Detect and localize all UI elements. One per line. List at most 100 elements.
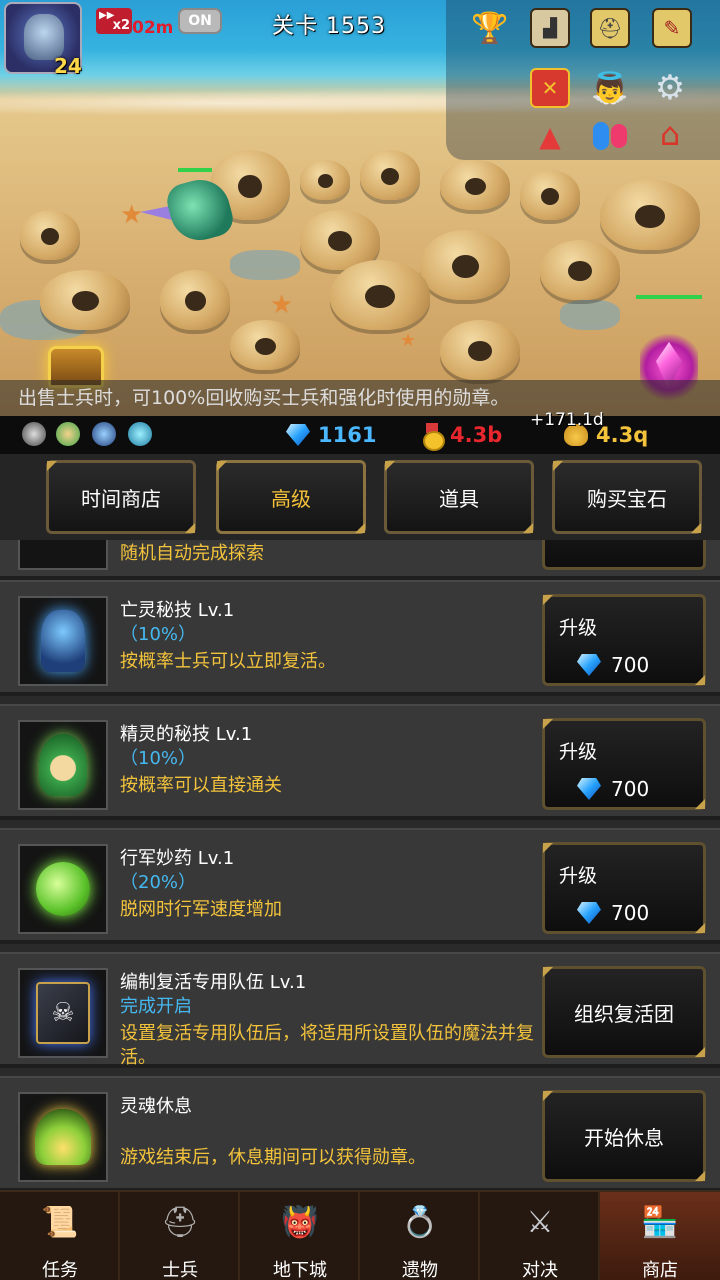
hero-portrait[interactable]: 24: [4, 2, 82, 78]
tab-label: 购买宝石: [587, 486, 667, 511]
item-name: 行军妙药 Lv.1: [120, 848, 235, 869]
sand-rock: [420, 230, 510, 300]
quest-book-icon[interactable]: ✎: [650, 6, 694, 50]
tab-premium[interactable]: 高级: [216, 460, 366, 534]
shop-item-list[interactable]: 随机自动完成探索 亡灵秘技 Lv.1 （10%） 按概率士兵可以立即复活。 升级…: [0, 540, 720, 1190]
speed-boost-timer: 02m: [132, 18, 174, 38]
scroll-icon: 📜: [41, 1204, 79, 1240]
elf-hood-icon: [18, 720, 108, 810]
upgrade-button[interactable]: 升级 700: [542, 594, 706, 686]
monster-icon: 👹: [281, 1204, 319, 1240]
shop-stall-icon: 🏪: [641, 1204, 679, 1240]
sand-rock: [600, 180, 700, 250]
helmet-book-icon[interactable]: ⛑: [588, 6, 632, 50]
starfish-icon: ★: [400, 330, 417, 351]
resource-bar: 1161 4.3b 4.3q: [0, 416, 720, 454]
cost-amount: 700: [611, 653, 650, 677]
speed-boost-icon[interactable]: ▶▶ x2: [96, 8, 132, 34]
organize-revival-team-button[interactable]: 组织复活团: [542, 966, 706, 1058]
item-desc: 按概率士兵可以立即复活。: [120, 651, 336, 672]
shop-item-march-potion: 行军妙药 Lv.1 （20%） 脱网时行军速度增加 升级 700: [0, 828, 720, 944]
shop-house-icon[interactable]: ⌂: [648, 112, 692, 156]
gem-icon: [577, 654, 601, 676]
tab-items[interactable]: 道具: [384, 460, 534, 534]
item-desc: 设置复活专用队伍后，将适用所设置队伍的魔法并复活。: [120, 1023, 534, 1068]
tab-time-shop[interactable]: 时间商店: [46, 460, 196, 534]
cost-amount: 700: [611, 901, 650, 925]
potion-flask-icon: [18, 844, 108, 934]
trophy-icon[interactable]: 🏆: [468, 6, 512, 50]
angel-icon[interactable]: 👼: [588, 66, 632, 110]
tab-label: 时间商店: [81, 486, 161, 511]
enemy-hp-bar: [636, 295, 702, 299]
item-status: 完成开启: [120, 996, 192, 1017]
tip-banner: 出售士兵时，可100%回收购买士兵和强化时使用的勋章。: [0, 380, 720, 416]
gem-counter: 1161: [286, 420, 376, 450]
item-rate: （10%）: [120, 748, 197, 769]
item-desc: 游戏结束后，休息期间可以获得勋章。: [120, 1147, 426, 1168]
upgrade-label: 升级: [559, 865, 598, 887]
gem-icon: [286, 424, 310, 446]
nav-dungeon[interactable]: 👹 地下城: [240, 1192, 360, 1280]
slime-unit-icon: [128, 422, 152, 446]
tab-label: 道具: [439, 486, 479, 511]
upgrade-button[interactable]: 升级 700: [542, 842, 706, 934]
sand-rock: [540, 240, 620, 300]
item-desc: 脱网时行军速度增加: [120, 899, 282, 920]
gem-icon: [577, 902, 601, 924]
upgrade-cost: 700: [577, 901, 649, 925]
item-name: 编制复活专用队伍 Lv.1: [120, 972, 307, 993]
upgrade-label: 升级: [559, 617, 598, 639]
auto-toggle[interactable]: ON: [178, 8, 222, 34]
item-desc: 随机自动完成探索: [120, 543, 264, 564]
cost-amount: 700: [611, 777, 650, 801]
partial-upgrade-button[interactable]: [542, 540, 706, 570]
tide-pool: [560, 300, 620, 330]
tab-buy-gems[interactable]: 购买宝石: [552, 460, 702, 534]
speed-multiplier: x2: [112, 18, 130, 33]
undead-knight-unit-icon: [92, 422, 116, 446]
gem-icon: [577, 778, 601, 800]
hero-level: 24: [54, 54, 82, 78]
undead-helmet-icon: [18, 596, 108, 686]
shop-item-elf-secret: 精灵的秘技 Lv.1 （10%） 按概率可以直接通关 升级 700: [0, 704, 720, 820]
gear-icon[interactable]: ⚙: [648, 66, 692, 110]
shop-item-soul-rest: 灵魂休息 游戏结束后，休息期间可以获得勋章。 开始休息: [0, 1076, 720, 1190]
knight-helmet-icon: ⛑: [160, 1204, 200, 1240]
nav-duel[interactable]: ⚔ 对决: [480, 1192, 600, 1280]
upgrade-button[interactable]: 升级 700: [542, 718, 706, 810]
button-label: 开始休息: [584, 1125, 664, 1150]
souls-gain-text: +171.1d: [530, 410, 604, 430]
start-rest-button[interactable]: 开始休息: [542, 1090, 706, 1182]
medal-icon: [422, 423, 445, 451]
battlefield-view: ★ ★ ★ 24 ▶▶ x2 02m ON 关卡 1553 🏆 ▟ ⛑ ✎ ✕ 👼…: [0, 0, 720, 416]
medal-amount: 4.3b: [450, 423, 503, 447]
ranking-podium-icon[interactable]: ▟: [528, 6, 572, 50]
nav-relics[interactable]: 💍 遗物: [360, 1192, 480, 1280]
sand-rock: [20, 210, 80, 260]
nav-label: 对决: [522, 1260, 558, 1280]
party-members-icon[interactable]: [588, 114, 632, 158]
tab-label: 高级: [271, 486, 311, 511]
nav-soldiers[interactable]: ⛑ 士兵: [120, 1192, 240, 1280]
nav-label: 士兵: [162, 1260, 198, 1280]
button-label: 组织复活团: [574, 1001, 674, 1026]
upgrade-cost: 700: [577, 653, 649, 677]
item-desc: 按概率可以直接通关: [120, 775, 282, 796]
item-rate: （20%）: [120, 872, 197, 893]
shop-item-undead-secret: 亡灵秘技 Lv.1 （10%） 按概率士兵可以立即复活。 升级 700: [0, 580, 720, 696]
item-name: 灵魂休息: [120, 1096, 192, 1117]
skull-book-icon: ☠: [18, 968, 108, 1058]
bottom-nav: 📜 任务 ⛑ 士兵 👹 地下城 💍 遗物 ⚔ 对决 🏪 商店: [0, 1190, 720, 1280]
nav-label: 遗物: [402, 1260, 438, 1280]
nav-shop[interactable]: 🏪 商店: [600, 1192, 720, 1280]
item-name: 精灵的秘技 Lv.1: [120, 724, 253, 745]
crossed-swords-icon: ⚔: [526, 1204, 554, 1240]
gem-amount: 1161: [318, 423, 377, 447]
guild-shield-icon[interactable]: ✕: [528, 66, 572, 110]
sand-rock: [160, 270, 230, 330]
nav-quests[interactable]: 📜 任务: [0, 1192, 120, 1280]
upgrade-label: 升级: [559, 741, 598, 763]
warning-triangle-icon[interactable]: ▲: [528, 114, 572, 158]
upgrade-cost: 700: [577, 777, 649, 801]
